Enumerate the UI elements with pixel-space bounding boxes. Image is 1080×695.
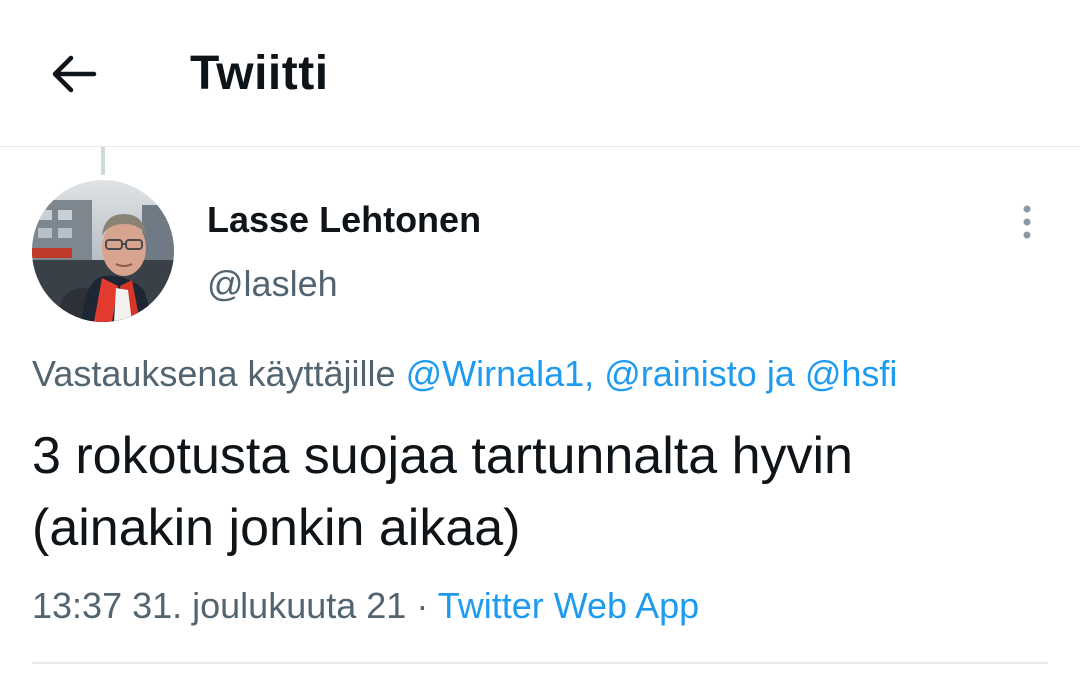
tweet-text: 3 rokotusta suojaa tartunnalta hyvin (ai… — [32, 420, 1042, 564]
avatar[interactable] — [32, 180, 174, 322]
mention-link-rainisto[interactable]: @rainisto — [604, 353, 757, 394]
tweet-metadata: 13:37 31. joulukuuta 21 · Twitter Web Ap… — [32, 584, 699, 628]
reply-context: Vastauksena käyttäjille @Wirnala1, @rain… — [32, 352, 897, 396]
page-title: Twiitti — [190, 47, 329, 100]
arrow-left-icon — [52, 55, 97, 93]
tweet-text-line: (ainakin jonkin aikaa) — [32, 499, 521, 557]
author-handle[interactable]: @lasleh — [207, 262, 338, 306]
top-app-bar: Twiitti — [0, 0, 1080, 147]
reply-prefix: Vastauksena käyttäjille — [32, 353, 396, 394]
avatar-photo — [32, 180, 174, 322]
divider — [32, 662, 1048, 664]
back-button[interactable] — [44, 44, 104, 104]
source-app-link[interactable]: Twitter Web App — [438, 585, 699, 626]
reply-connector: ja — [766, 353, 795, 394]
more-vertical-icon — [1023, 205, 1031, 239]
mention-link-wirnala1[interactable]: @Wirnala1, — [406, 353, 595, 394]
tweet-text-line: 3 rokotusta suojaa tartunnalta hyvin — [32, 427, 853, 485]
meta-separator: · — [416, 585, 429, 626]
thread-connector-line — [101, 147, 105, 175]
tweet-timestamp[interactable]: 13:37 31. joulukuuta 21 — [32, 585, 406, 626]
more-options-button[interactable] — [1006, 198, 1048, 246]
author-display-name[interactable]: Lasse Lehtonen — [207, 198, 481, 242]
mention-link-hsfi[interactable]: @hsfi — [805, 353, 898, 394]
